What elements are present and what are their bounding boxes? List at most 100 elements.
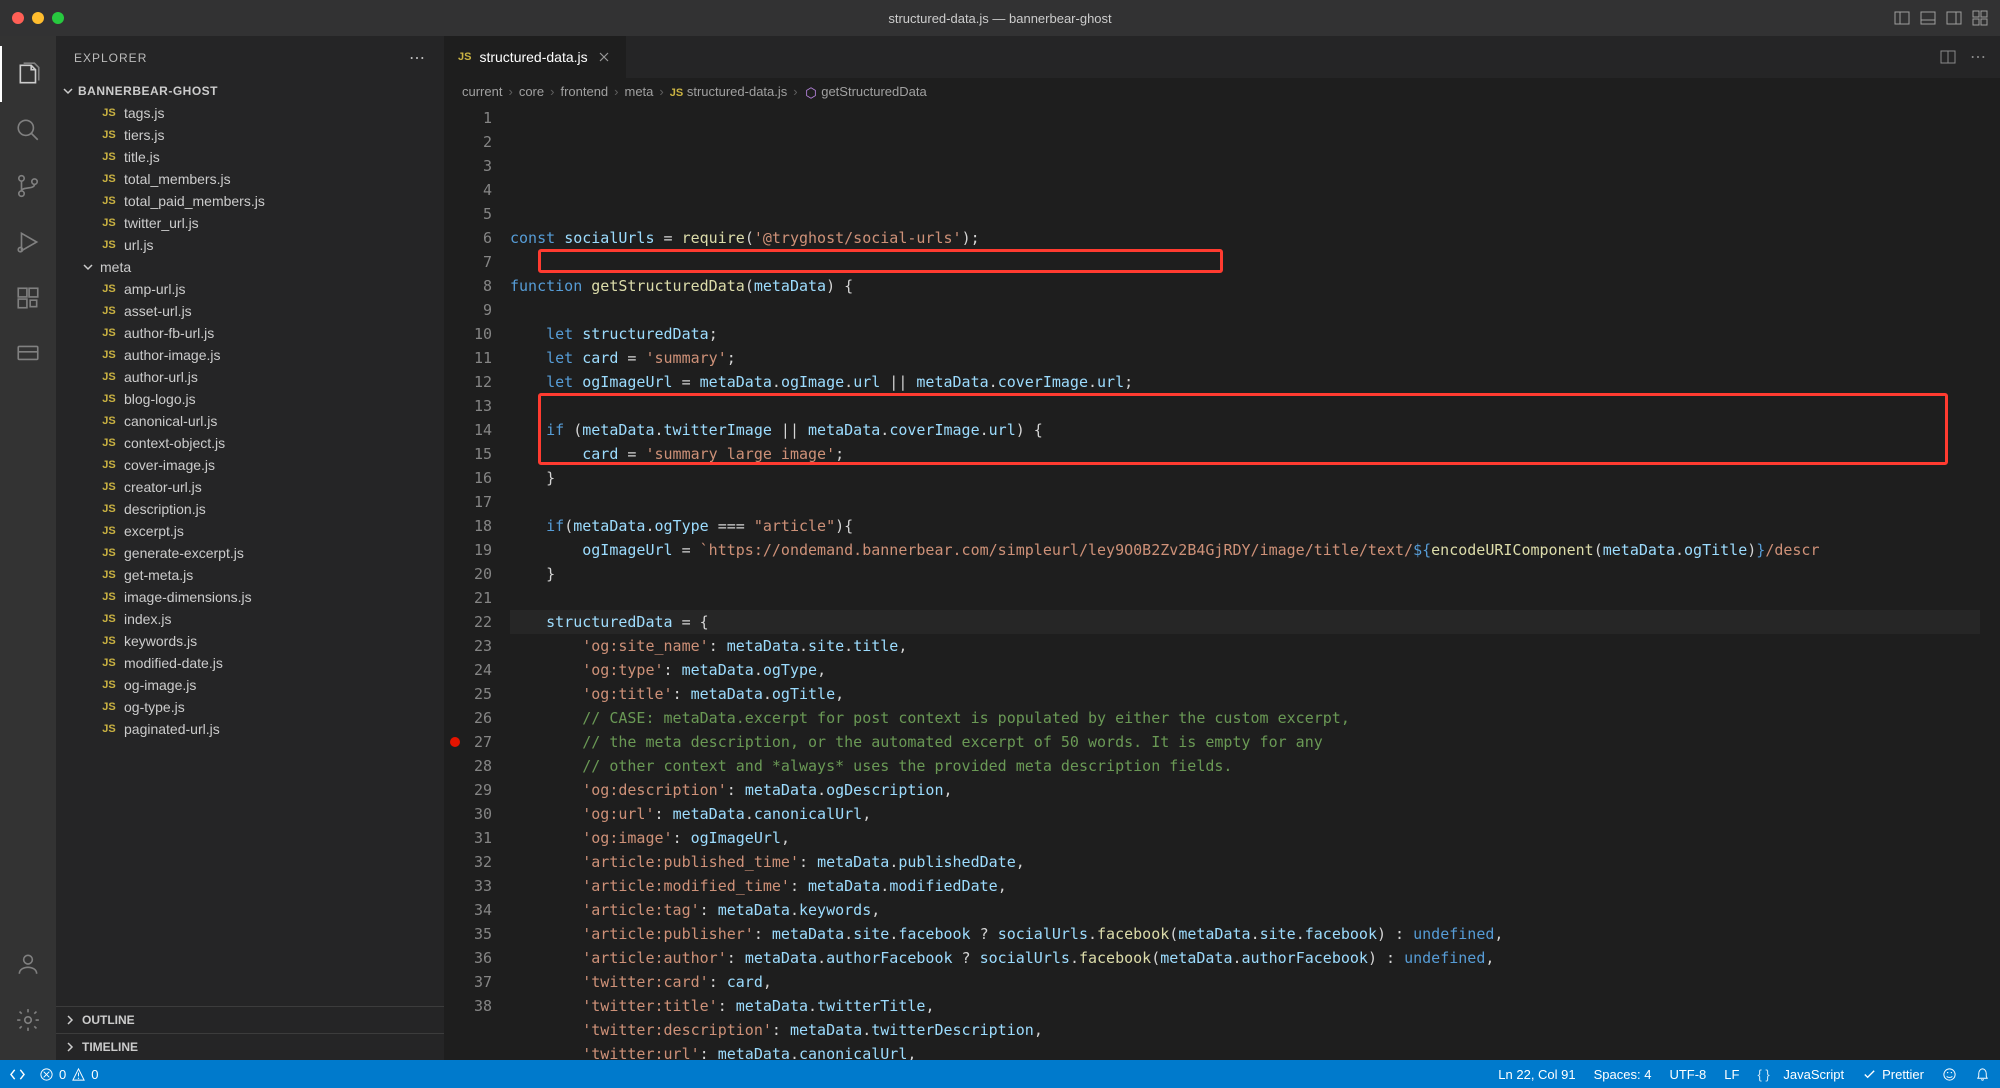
status-problems[interactable]: 0 0 bbox=[39, 1067, 98, 1082]
code-line[interactable]: 'og:description': metaData.ogDescription… bbox=[510, 778, 1980, 802]
minimap[interactable] bbox=[1980, 106, 2000, 1060]
file-item[interactable]: JStags.js bbox=[56, 102, 444, 124]
code-line[interactable]: 'article:tag': metaData.keywords, bbox=[510, 898, 1980, 922]
status-indent[interactable]: Spaces: 4 bbox=[1594, 1067, 1652, 1082]
code-line[interactable] bbox=[510, 394, 1980, 418]
code-line[interactable]: 'og:image': ogImageUrl, bbox=[510, 826, 1980, 850]
file-item[interactable]: JSog-image.js bbox=[56, 674, 444, 696]
file-item[interactable]: JSdescription.js bbox=[56, 498, 444, 520]
code-line[interactable]: let structuredData; bbox=[510, 322, 1980, 346]
code-content[interactable]: const socialUrls = require('@tryghost/so… bbox=[510, 106, 1980, 1060]
code-line[interactable]: 'twitter:url': metaData.canonicalUrl, bbox=[510, 1042, 1980, 1060]
file-item[interactable]: JScontext-object.js bbox=[56, 432, 444, 454]
code-line[interactable]: // the meta description, or the automate… bbox=[510, 730, 1980, 754]
file-item[interactable]: JSauthor-fb-url.js bbox=[56, 322, 444, 344]
code-line[interactable]: 'og:type': metaData.ogType, bbox=[510, 658, 1980, 682]
status-remote[interactable] bbox=[10, 1067, 25, 1082]
panel-bottom-icon[interactable] bbox=[1920, 10, 1936, 26]
breadcrumb-item[interactable]: getStructuredData bbox=[804, 84, 927, 100]
code-line[interactable] bbox=[510, 490, 1980, 514]
code-line[interactable]: 'article:modified_time': metaData.modifi… bbox=[510, 874, 1980, 898]
file-item[interactable]: JSblog-logo.js bbox=[56, 388, 444, 410]
status-eol[interactable]: LF bbox=[1724, 1067, 1739, 1082]
code-line[interactable]: function getStructuredData(metaData) { bbox=[510, 274, 1980, 298]
activity-search[interactable] bbox=[0, 102, 56, 158]
project-root[interactable]: BANNERBEAR-GHOST bbox=[56, 80, 444, 102]
file-item[interactable]: JStwitter_url.js bbox=[56, 212, 444, 234]
activity-settings[interactable] bbox=[0, 992, 56, 1048]
breadcrumb-item[interactable]: current bbox=[462, 84, 502, 99]
file-item[interactable]: JScreator-url.js bbox=[56, 476, 444, 498]
panel-layout-icon[interactable] bbox=[1894, 10, 1910, 26]
code-line[interactable]: 'twitter:description': metaData.twitterD… bbox=[510, 1018, 1980, 1042]
code-line[interactable]: 'og:url': metaData.canonicalUrl, bbox=[510, 802, 1980, 826]
code-line[interactable] bbox=[510, 298, 1980, 322]
code-line[interactable]: } bbox=[510, 562, 1980, 586]
code-line[interactable]: let card = 'summary'; bbox=[510, 346, 1980, 370]
file-item[interactable]: JSget-meta.js bbox=[56, 564, 444, 586]
folder-item[interactable]: meta bbox=[56, 256, 444, 278]
code-line[interactable]: } bbox=[510, 466, 1980, 490]
file-item[interactable]: JScover-image.js bbox=[56, 454, 444, 476]
file-item[interactable]: JSpaginated-url.js bbox=[56, 718, 444, 740]
breadcrumb-item[interactable]: JS structured-data.js bbox=[670, 84, 788, 99]
file-item[interactable]: JStotal_members.js bbox=[56, 168, 444, 190]
window-close-button[interactable] bbox=[12, 12, 24, 24]
activity-source-control[interactable] bbox=[0, 158, 56, 214]
file-item[interactable]: JSog-type.js bbox=[56, 696, 444, 718]
file-item[interactable]: JSauthor-url.js bbox=[56, 366, 444, 388]
sidebar-more-icon[interactable]: ⋯ bbox=[409, 48, 426, 68]
status-formatter[interactable]: Prettier bbox=[1862, 1067, 1924, 1082]
customize-layout-icon[interactable] bbox=[1972, 10, 1988, 26]
status-feedback[interactable] bbox=[1942, 1067, 1957, 1082]
status-position[interactable]: Ln 22, Col 91 bbox=[1498, 1067, 1575, 1082]
code-line[interactable]: // CASE: metaData.excerpt for post conte… bbox=[510, 706, 1980, 730]
breadcrumb[interactable]: current›core›frontend›meta›JS structured… bbox=[444, 78, 2000, 106]
status-language[interactable]: { } JavaScript bbox=[1757, 1067, 1844, 1082]
file-item[interactable]: JSasset-url.js bbox=[56, 300, 444, 322]
code-line[interactable]: 'og:title': metaData.ogTitle, bbox=[510, 682, 1980, 706]
code-line[interactable]: if(metaData.ogType === "article"){ bbox=[510, 514, 1980, 538]
breadcrumb-item[interactable]: core bbox=[519, 84, 544, 99]
status-bell[interactable] bbox=[1975, 1067, 1990, 1082]
timeline-section[interactable]: TIMELINE bbox=[56, 1033, 444, 1060]
file-item[interactable]: JSauthor-image.js bbox=[56, 344, 444, 366]
activity-extensions[interactable] bbox=[0, 270, 56, 326]
activity-accounts[interactable] bbox=[0, 936, 56, 992]
file-item[interactable]: JSexcerpt.js bbox=[56, 520, 444, 542]
file-item[interactable]: JSkeywords.js bbox=[56, 630, 444, 652]
tab-active[interactable]: JS structured-data.js bbox=[444, 36, 627, 78]
breadcrumb-item[interactable]: meta bbox=[625, 84, 654, 99]
window-maximize-button[interactable] bbox=[52, 12, 64, 24]
activity-remote[interactable] bbox=[0, 326, 56, 382]
activity-explorer[interactable] bbox=[0, 46, 56, 102]
code-line[interactable]: ogImageUrl = `https://ondemand.bannerbea… bbox=[510, 538, 1980, 562]
split-editor-icon[interactable] bbox=[1940, 49, 1956, 65]
code-line[interactable]: 'twitter:title': metaData.twitterTitle, bbox=[510, 994, 1980, 1018]
file-item[interactable]: JStitle.js bbox=[56, 146, 444, 168]
file-item[interactable]: JSamp-url.js bbox=[56, 278, 444, 300]
breadcrumb-item[interactable]: frontend bbox=[560, 84, 608, 99]
file-item[interactable]: JSgenerate-excerpt.js bbox=[56, 542, 444, 564]
file-item[interactable]: JScanonical-url.js bbox=[56, 410, 444, 432]
file-item[interactable]: JSindex.js bbox=[56, 608, 444, 630]
more-actions-icon[interactable]: ⋯ bbox=[1970, 47, 1986, 67]
code-line[interactable]: 'twitter:card': card, bbox=[510, 970, 1980, 994]
code-line[interactable]: const socialUrls = require('@tryghost/so… bbox=[510, 226, 1980, 250]
status-encoding[interactable]: UTF-8 bbox=[1669, 1067, 1706, 1082]
file-item[interactable]: JStiers.js bbox=[56, 124, 444, 146]
file-item[interactable]: JSurl.js bbox=[56, 234, 444, 256]
code-editor[interactable]: 1234567891011121314151617181920212223242… bbox=[444, 106, 2000, 1060]
code-line[interactable]: 'article:publisher': metaData.site.faceb… bbox=[510, 922, 1980, 946]
code-line[interactable]: 'og:site_name': metaData.site.title, bbox=[510, 634, 1980, 658]
code-line[interactable]: let ogImageUrl = metaData.ogImage.url ||… bbox=[510, 370, 1980, 394]
file-item[interactable]: JSmodified-date.js bbox=[56, 652, 444, 674]
file-item[interactable]: JSimage-dimensions.js bbox=[56, 586, 444, 608]
code-line[interactable]: // other context and *always* uses the p… bbox=[510, 754, 1980, 778]
close-icon[interactable] bbox=[596, 49, 612, 65]
code-line[interactable] bbox=[510, 250, 1980, 274]
code-line[interactable]: 'article:author': metaData.authorFaceboo… bbox=[510, 946, 1980, 970]
window-minimize-button[interactable] bbox=[32, 12, 44, 24]
file-item[interactable]: JStotal_paid_members.js bbox=[56, 190, 444, 212]
activity-debug[interactable] bbox=[0, 214, 56, 270]
